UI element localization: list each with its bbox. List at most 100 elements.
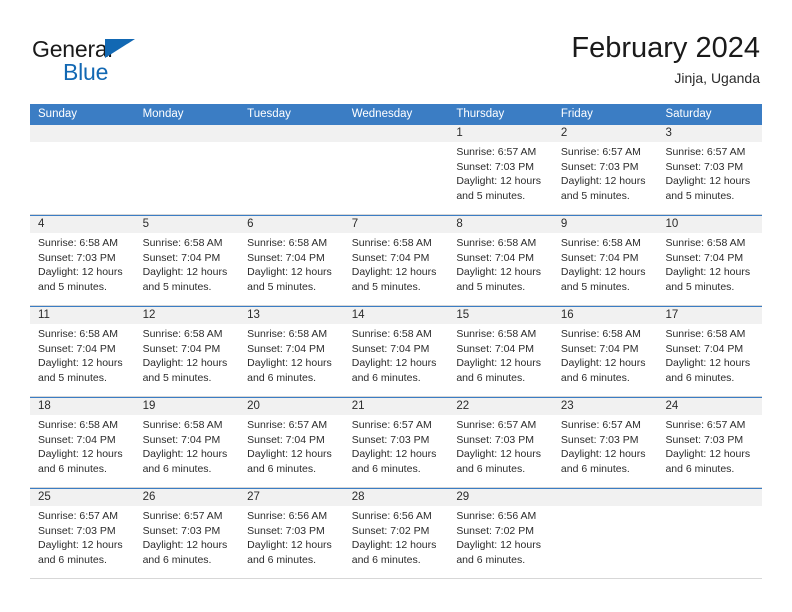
weekday-header-row: Sunday Monday Tuesday Wednesday Thursday Frid… xyxy=(30,104,762,125)
daylight-text: Daylight: 12 hours xyxy=(560,266,646,279)
day-cell-21[interactable]: Sunrise: 6:57 AM Sunset: 7:03 PM Daylight:… xyxy=(344,415,449,487)
day-cell-24[interactable]: Sunrise: 6:57 AM Sunset: 7:03 PM Daylight:… xyxy=(657,415,762,487)
daylight-text-cont: and 5 minutes. xyxy=(247,280,317,293)
calendar-grid: Sunday Monday Tuesday Wednesday Thursday Frid… xyxy=(30,104,762,579)
day-number-8[interactable]: 8 xyxy=(448,216,553,233)
sunrise-text: Sunrise: 6:58 AM xyxy=(560,328,641,340)
sunrise-text: Sunrise: 6:56 AM xyxy=(351,510,432,522)
daylight-text: Daylight: 12 hours xyxy=(38,266,123,279)
daylight-text-cont: and 6 minutes. xyxy=(560,371,630,384)
week-detail-band: Sunrise: 6:57 AM Sunset: 7:03 PM Daylight:… xyxy=(30,142,762,214)
day-cell-15[interactable]: Sunrise: 6:58 AM Sunset: 7:04 PM Daylight:… xyxy=(448,324,553,396)
day-cell-25[interactable]: Sunrise: 6:57 AM Sunset: 7:03 PM Daylight:… xyxy=(30,506,135,578)
weekday-header-thursday: Thursday xyxy=(456,108,505,120)
day-cell-28[interactable]: Sunrise: 6:56 AM Sunset: 7:02 PM Daylight:… xyxy=(344,506,449,578)
day-number-25[interactable]: 25 xyxy=(30,489,135,506)
day-number-5[interactable]: 5 xyxy=(135,216,240,233)
day-cell-1[interactable]: Sunrise: 6:57 AM Sunset: 7:03 PM Daylight:… xyxy=(448,142,553,214)
day-number-10[interactable]: 10 xyxy=(657,216,762,233)
day-number-20[interactable]: 20 xyxy=(239,398,344,415)
day-number-27[interactable]: 27 xyxy=(239,489,344,506)
day-cell-19[interactable]: Sunrise: 6:58 AM Sunset: 7:04 PM Daylight:… xyxy=(135,415,240,487)
day-number-19[interactable]: 19 xyxy=(135,398,240,415)
daylight-text: Daylight: 12 hours xyxy=(665,448,751,461)
day-cell-23[interactable]: Sunrise: 6:57 AM Sunset: 7:03 PM Daylight:… xyxy=(553,415,658,487)
day-number-6[interactable]: 6 xyxy=(239,216,344,233)
day-cell-4[interactable]: Sunrise: 6:58 AM Sunset: 7:03 PM Daylight:… xyxy=(30,233,135,305)
sunset-text: Sunset: 7:04 PM xyxy=(247,342,325,355)
day-cell-17[interactable]: Sunrise: 6:58 AM Sunset: 7:04 PM Daylight:… xyxy=(657,324,762,396)
daylight-text-cont: and 6 minutes. xyxy=(351,553,421,566)
daylight-text-cont: and 6 minutes. xyxy=(351,371,421,384)
daylight-text-cont: and 5 minutes. xyxy=(456,189,526,202)
day-number-3[interactable]: 3 xyxy=(657,125,762,142)
day-cell-empty xyxy=(657,506,762,578)
day-cell-8[interactable]: Sunrise: 6:58 AM Sunset: 7:04 PM Daylight:… xyxy=(448,233,553,305)
day-number-21[interactable]: 21 xyxy=(344,398,449,415)
day-cell-14[interactable]: Sunrise: 6:58 AM Sunset: 7:04 PM Daylight:… xyxy=(344,324,449,396)
daylight-text: Daylight: 12 hours xyxy=(351,357,437,370)
day-cell-20[interactable]: Sunrise: 6:57 AM Sunset: 7:04 PM Daylight:… xyxy=(239,415,344,487)
day-number-9[interactable]: 9 xyxy=(553,216,658,233)
sunrise-text: Sunrise: 6:58 AM xyxy=(38,237,118,249)
calendar-week-row: 11 12 13 14 15 16 17 Sunrise: 6:58 AM Sunset: 7:… xyxy=(30,306,762,397)
day-number-26[interactable]: 26 xyxy=(135,489,240,506)
daylight-text: Daylight: 12 hours xyxy=(456,539,541,552)
day-number-17[interactable]: 17 xyxy=(657,307,762,324)
day-number-4[interactable]: 4 xyxy=(30,216,135,233)
day-cell-27[interactable]: Sunrise: 6:56 AM Sunset: 7:03 PM Daylight:… xyxy=(239,506,344,578)
day-cell-11[interactable]: Sunrise: 6:58 AM Sunset: 7:04 PM Daylight:… xyxy=(30,324,135,396)
daylight-text-cont: and 6 minutes. xyxy=(38,553,107,566)
day-number-13[interactable]: 13 xyxy=(239,307,344,324)
day-number-15[interactable]: 15 xyxy=(448,307,553,324)
day-number-14[interactable]: 14 xyxy=(344,307,449,324)
sunset-text: Sunset: 7:04 PM xyxy=(351,342,430,355)
day-number-12[interactable]: 12 xyxy=(135,307,240,324)
sunrise-text: Sunrise: 6:58 AM xyxy=(142,237,223,249)
day-cell-12[interactable]: Sunrise: 6:58 AM Sunset: 7:04 PM Daylight:… xyxy=(135,324,240,396)
day-cell-22[interactable]: Sunrise: 6:57 AM Sunset: 7:03 PM Daylight:… xyxy=(448,415,553,487)
day-number-23[interactable]: 23 xyxy=(553,398,658,415)
day-number-29[interactable]: 29 xyxy=(448,489,553,506)
sunrise-text: Sunrise: 6:57 AM xyxy=(560,419,641,431)
sunset-text: Sunset: 7:02 PM xyxy=(456,524,534,537)
day-cell-26[interactable]: Sunrise: 6:57 AM Sunset: 7:03 PM Daylight:… xyxy=(135,506,240,578)
day-number-7[interactable]: 7 xyxy=(344,216,449,233)
day-cell-16[interactable]: Sunrise: 6:58 AM Sunset: 7:04 PM Daylight:… xyxy=(553,324,658,396)
sunrise-text: Sunrise: 6:56 AM xyxy=(456,510,537,522)
day-number-empty xyxy=(135,125,240,142)
brand-logo[interactable]: General Blue xyxy=(32,36,162,88)
day-number-24[interactable]: 24 xyxy=(657,398,762,415)
sunrise-text: Sunrise: 6:56 AM xyxy=(247,510,328,522)
daylight-text: Daylight: 12 hours xyxy=(247,539,332,552)
day-cell-10[interactable]: Sunrise: 6:58 AM Sunset: 7:04 PM Daylight:… xyxy=(657,233,762,305)
day-number-11[interactable]: 11 xyxy=(30,307,135,324)
sunrise-text: Sunrise: 6:57 AM xyxy=(665,419,746,431)
day-number-16[interactable]: 16 xyxy=(553,307,658,324)
page-subtitle: Jinja, Uganda xyxy=(674,70,760,86)
day-cell-29[interactable]: Sunrise: 6:56 AM Sunset: 7:02 PM Daylight:… xyxy=(448,506,553,578)
day-number-18[interactable]: 18 xyxy=(30,398,135,415)
sunset-text: Sunset: 7:03 PM xyxy=(665,160,744,173)
sunrise-text: Sunrise: 6:58 AM xyxy=(665,328,746,340)
day-cell-6[interactable]: Sunrise: 6:58 AM Sunset: 7:04 PM Daylight:… xyxy=(239,233,344,305)
day-number-empty xyxy=(239,125,344,142)
day-cell-18[interactable]: Sunrise: 6:58 AM Sunset: 7:04 PM Daylight:… xyxy=(30,415,135,487)
daylight-text-cont: and 6 minutes. xyxy=(142,462,212,475)
day-number-1[interactable]: 1 xyxy=(448,125,553,142)
day-cell-9[interactable]: Sunrise: 6:58 AM Sunset: 7:04 PM Daylight:… xyxy=(553,233,658,305)
day-cell-empty xyxy=(344,142,449,214)
day-cell-3[interactable]: Sunrise: 6:57 AM Sunset: 7:03 PM Daylight:… xyxy=(657,142,762,214)
sunrise-text: Sunrise: 6:58 AM xyxy=(247,237,328,249)
day-cell-13[interactable]: Sunrise: 6:58 AM Sunset: 7:04 PM Daylight:… xyxy=(239,324,344,396)
sunrise-text: Sunrise: 6:58 AM xyxy=(351,237,432,249)
day-cell-2[interactable]: Sunrise: 6:57 AM Sunset: 7:03 PM Daylight:… xyxy=(553,142,658,214)
day-number-22[interactable]: 22 xyxy=(448,398,553,415)
daylight-text: Daylight: 12 hours xyxy=(142,539,228,552)
daylight-text: Daylight: 12 hours xyxy=(351,539,437,552)
day-number-28[interactable]: 28 xyxy=(344,489,449,506)
day-cell-7[interactable]: Sunrise: 6:58 AM Sunset: 7:04 PM Daylight:… xyxy=(344,233,449,305)
day-number-2[interactable]: 2 xyxy=(553,125,658,142)
calendar-week-row: 4 5 6 7 8 9 10 Sunrise: 6:58 AM Sunset: 7:03 PM D… xyxy=(30,215,762,306)
day-cell-5[interactable]: Sunrise: 6:58 AM Sunset: 7:04 PM Daylight:… xyxy=(135,233,240,305)
